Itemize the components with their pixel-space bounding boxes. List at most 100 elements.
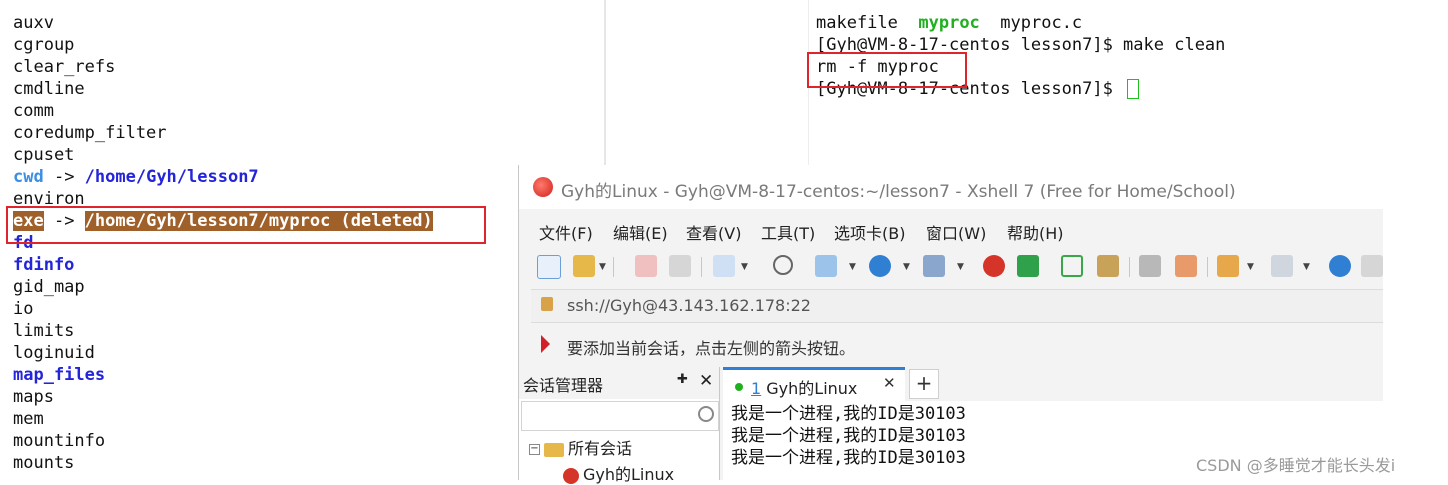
menu-file[interactable]: 文件(F) [539, 220, 593, 244]
cwd-name: cwd [13, 167, 44, 187]
add-session-arrow-icon[interactable] [541, 335, 550, 353]
tree-item-session[interactable]: Gyh的Linux [563, 461, 674, 485]
terminal-cursor [1127, 79, 1140, 99]
tab-title: Gyh的Linux [761, 379, 858, 398]
menu-tools[interactable]: 工具(T) [761, 220, 815, 244]
tree-item-all-sessions[interactable]: − 所有会话 [529, 435, 632, 459]
lock-icon[interactable] [1097, 255, 1119, 277]
cwd-link-line: cwd -> /home/Gyh/lesson7 [13, 166, 259, 188]
folder-icon [544, 442, 564, 457]
xftp-icon[interactable] [1017, 255, 1039, 277]
hint-bar: 要添加当前会话，点击左侧的箭头按钮。 [531, 327, 1383, 363]
new-tab-button[interactable]: + [909, 369, 939, 399]
help-icon[interactable] [1329, 255, 1351, 277]
lock-icon [541, 297, 553, 311]
file-myproc: myproc [918, 13, 980, 33]
exe-highlight-box [6, 206, 486, 244]
chevron-down-icon[interactable]: ▼ [849, 262, 856, 272]
xshell-icon[interactable] [983, 255, 1005, 277]
tree-item-label: Gyh的Linux [583, 465, 675, 484]
proc-entry: limits [13, 321, 75, 341]
right-terminal[interactable]: makefile myproc myproc.c [Gyh@VM-8-17-ce… [606, 0, 1448, 165]
close-icon[interactable]: ✕ [699, 371, 713, 391]
toolbar-separator [1207, 257, 1208, 277]
proc-entry: coredump_filter [13, 123, 167, 143]
hint-text: 要添加当前会话，点击左侧的箭头按钮。 [567, 339, 856, 358]
chevron-down-icon[interactable]: ▼ [741, 262, 748, 272]
chevron-down-icon[interactable]: ▼ [1247, 262, 1254, 272]
session-manager-panel: 会话管理器 ✚ ✕ − 所有会话 Gyh的Linux [519, 367, 720, 484]
address-bar[interactable]: ssh://Gyh@43.143.162.178:22 [531, 289, 1383, 323]
font-icon[interactable] [923, 255, 945, 277]
session-icon [563, 467, 579, 484]
proc-entry: io [13, 299, 34, 319]
chevron-down-icon[interactable]: ▼ [903, 262, 910, 272]
tree-item-label: 所有会话 [568, 439, 633, 458]
toolbar-separator [1129, 257, 1130, 277]
terminal-output-line: 我是一个进程,我的ID是30103 [731, 448, 966, 468]
search-icon[interactable] [698, 406, 714, 422]
collapse-icon[interactable]: − [529, 444, 540, 455]
toolbar-separator [701, 257, 702, 277]
proc-entry: maps [13, 387, 54, 407]
highlight-icon[interactable] [1175, 255, 1197, 277]
proc-entry: comm [13, 101, 54, 121]
menu-bar: 文件(F) 编辑(E) 查看(V) 工具(T) 选项卡(B) 窗口(W) 帮助(… [519, 209, 1383, 249]
chevron-down-icon[interactable]: ▼ [599, 262, 606, 272]
add-folder-icon[interactable] [1217, 255, 1239, 277]
new-session-icon[interactable] [537, 255, 561, 279]
file-myproc-c: myproc.c [1000, 13, 1083, 33]
open-folder-icon[interactable] [573, 255, 595, 277]
file-makefile: makefile [816, 13, 898, 33]
tab-label: 1 Gyh的Linux [751, 375, 857, 399]
proc-dir-entry: map_files [13, 365, 106, 385]
menu-help[interactable]: 帮助(H) [1007, 220, 1064, 244]
chat-icon[interactable] [1361, 255, 1383, 277]
tab-close-icon[interactable]: ✕ [883, 374, 896, 392]
tab-number: 1 [751, 379, 762, 398]
chevron-down-icon[interactable]: ▼ [957, 262, 964, 272]
ls-output-line: makefile myproc myproc.c [816, 12, 1082, 34]
tab-bar: 1 Gyh的Linux ✕ + [723, 367, 1383, 401]
proc-entry: loginuid [13, 343, 95, 363]
session-manager-header: 会话管理器 ✚ ✕ [519, 367, 719, 399]
xshell-window: Gyh的Linux - Gyh@VM-8-17-centos:~/lesson7… [518, 165, 1383, 484]
fullscreen-icon[interactable] [1061, 255, 1083, 277]
proc-dir-entry: fdinfo [13, 255, 75, 275]
toolbar-separator [613, 257, 614, 277]
rm-highlight-box [807, 52, 967, 88]
properties-icon[interactable] [713, 255, 735, 277]
transfer-icon[interactable] [815, 255, 837, 277]
proc-entry: cmdline [13, 79, 85, 99]
link-arrow: -> [43, 167, 85, 187]
menu-window[interactable]: 窗口(W) [926, 220, 986, 244]
tab-session-1[interactable]: 1 Gyh的Linux ✕ [723, 367, 905, 401]
chevron-down-icon[interactable]: ▼ [1303, 262, 1310, 272]
search-icon[interactable] [773, 255, 793, 275]
menu-tabs[interactable]: 选项卡(B) [834, 220, 905, 244]
proc-entry: cgroup [13, 35, 75, 55]
keyboard-icon[interactable] [1139, 255, 1161, 277]
session-search-input[interactable] [521, 401, 719, 431]
menu-edit[interactable]: 编辑(E) [613, 220, 668, 244]
proc-entry: cpuset [13, 145, 75, 165]
terminal-output-line: 我是一个进程,我的ID是30103 [731, 404, 966, 424]
xshell-logo-icon [533, 177, 553, 197]
reconnect-icon[interactable] [669, 255, 691, 277]
csdn-watermark: CSDN @多睡觉才能长头发i [1196, 456, 1396, 475]
proc-entry: auxv [13, 13, 54, 33]
proc-entry: mountinfo [13, 431, 106, 451]
layout-icon[interactable] [1271, 255, 1293, 277]
toolbar: ▼ ▼ ▼ ▼ ▼ ▼ ▼ [519, 249, 1383, 285]
session-manager-title: 会话管理器 [523, 376, 604, 395]
proc-entry: mem [13, 409, 44, 429]
disconnect-icon[interactable] [635, 255, 657, 277]
globe-icon[interactable] [869, 255, 891, 277]
cwd-target: /home/Gyh/lesson7 [84, 167, 259, 187]
menu-view[interactable]: 查看(V) [686, 220, 741, 244]
window-titlebar[interactable]: Gyh的Linux - Gyh@VM-8-17-centos:~/lesson7… [519, 165, 1383, 209]
proc-entry: gid_map [13, 277, 85, 297]
window-title: Gyh的Linux - Gyh@VM-8-17-centos:~/lesson7… [561, 182, 1236, 202]
proc-entry: clear_refs [13, 57, 116, 77]
pin-icon[interactable]: ✚ [677, 372, 688, 387]
